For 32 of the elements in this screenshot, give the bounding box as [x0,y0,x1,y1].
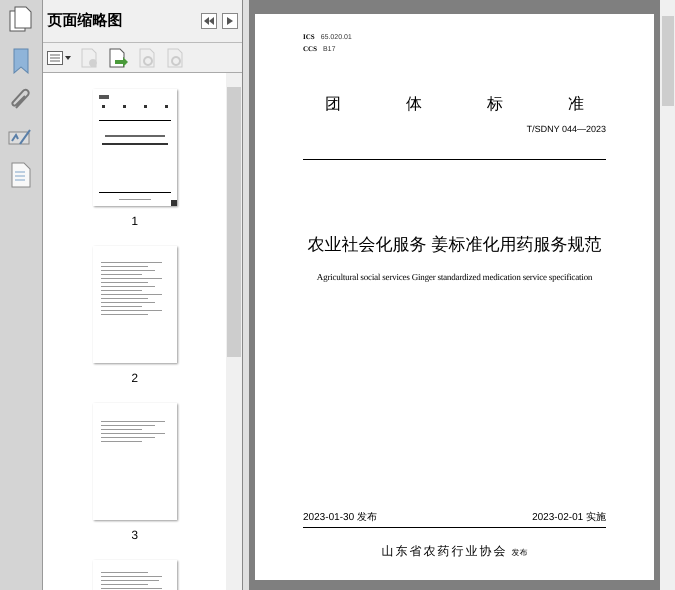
bookmark-icon[interactable] [12,48,30,74]
double-left-icon [204,17,214,25]
page-thumbnail[interactable] [92,403,177,520]
panel-title: 页面缩略图 [47,10,124,31]
page-number: 2 [131,370,138,387]
collapse-button[interactable] [201,13,218,29]
category-character: 体 [406,95,422,115]
view-box-marker [170,200,177,206]
publish-date: 2023-01-30 发布 [303,511,377,525]
list-icon [47,50,64,64]
page-number: 3 [131,527,138,544]
page-thumbnail[interactable] [92,89,177,206]
effective-date: 2023-02-01 实施 [532,510,606,525]
category-character: 团 [325,95,341,115]
category-character: 标 [487,95,503,115]
english-title: Agricultural social services Ginger standardized medication service specification [316,271,594,284]
page-thumbnail[interactable] [92,246,177,363]
document-title: 农业社会化服务 姜标准化用药服务规范 [306,234,602,256]
standard-code: T/SDNY 044—2023 [526,123,606,136]
category-character: 准 [568,95,584,115]
expand-button[interactable] [222,13,238,29]
document-icon[interactable] [11,162,32,188]
pages-icon[interactable] [9,6,34,34]
publisher-name: 山东省农药行业协会 [382,543,508,560]
page-arrow-icon[interactable] [109,48,130,68]
right-icon [227,17,234,25]
scrollbar[interactable] [226,73,242,590]
scrollbar[interactable] [660,0,675,590]
options-button[interactable] [47,50,72,64]
page-number: 1 [131,213,138,230]
publisher-suffix: 发布 [512,547,528,559]
caret-icon [65,56,72,60]
